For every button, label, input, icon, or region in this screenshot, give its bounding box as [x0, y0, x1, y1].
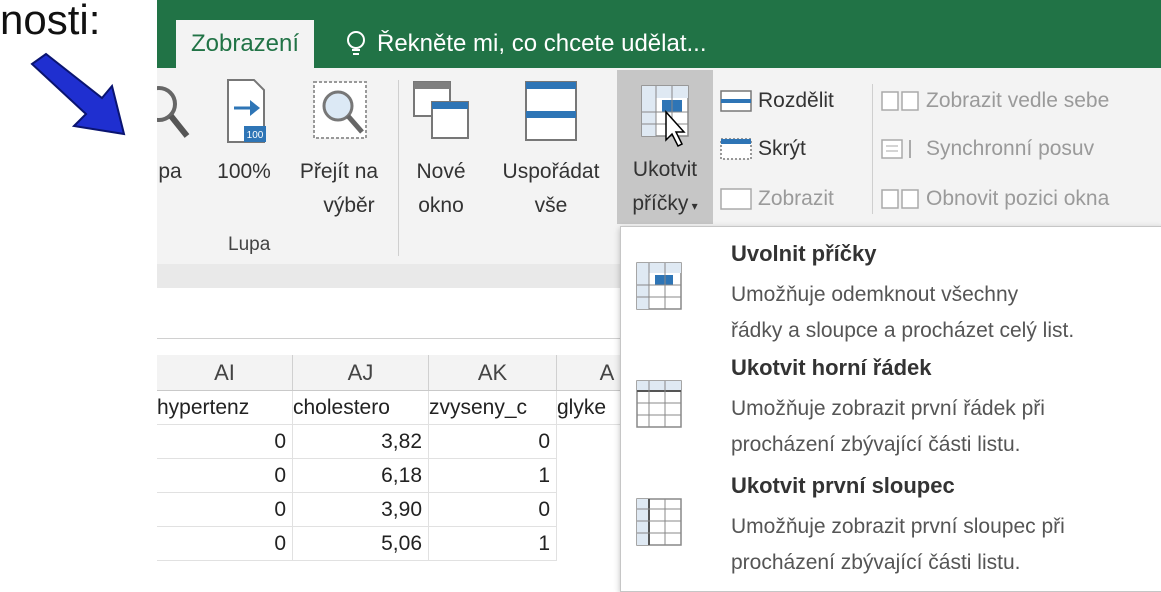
new-window-label-2: okno: [418, 194, 464, 217]
reset-position-icon: [881, 189, 919, 209]
group-separator: [398, 80, 399, 256]
group-separator-2: [872, 84, 873, 214]
cell[interactable]: 0: [157, 459, 293, 493]
menu-item-desc-2: řádky a sloupce a procházet celý list.: [731, 319, 1075, 342]
new-window-icon: [413, 81, 469, 139]
new-window-label-1: Nové: [416, 160, 466, 183]
document-100-icon: 100: [227, 79, 266, 143]
column-header[interactable]: AI: [157, 355, 293, 390]
menu-item-title: Ukotvit první sloupec: [731, 473, 955, 498]
arrange-all-button[interactable]: Uspořádat vše: [488, 78, 614, 218]
reset-window-position-button[interactable]: Obnovit pozici okna: [880, 184, 1109, 214]
unhide-button[interactable]: Zobrazit: [720, 184, 834, 214]
column-header[interactable]: AJ: [293, 355, 429, 390]
tell-me-box[interactable]: Řekněte mi, co chcete udělat...: [345, 20, 707, 68]
cell[interactable]: 0: [157, 493, 293, 527]
arrange-all-icon: [525, 81, 577, 141]
arrange-all-label-2: vše: [534, 194, 568, 217]
unhide-window-icon: [720, 188, 752, 210]
freeze-panes-button[interactable]: Ukotvit příčky ▾: [617, 70, 713, 224]
cell[interactable]: 0: [429, 425, 557, 459]
cell[interactable]: cholestero: [293, 391, 429, 425]
zoom-100-label: 100%: [217, 160, 271, 183]
cell[interactable]: 0: [157, 527, 293, 561]
icon-100-text: 100: [247, 130, 264, 141]
annotation-arrow-icon: [30, 52, 126, 136]
menu-item-desc-2: procházení zbývající části listu.: [731, 433, 1021, 456]
menu-item-desc-1: Umožňuje zobrazit první sloupec při: [731, 515, 1065, 538]
zoom-selection-label-2: výběr: [323, 194, 375, 217]
zoom-100-button[interactable]: 100 100%: [204, 78, 284, 208]
hide-button[interactable]: Skrýt: [720, 134, 806, 164]
cell[interactable]: hypertenz: [157, 391, 293, 425]
sync-scroll-icon: [881, 139, 911, 159]
freeze-panes-menu: Uvolnit příčky Umožňuje odemknout všechn…: [620, 226, 1161, 592]
menu-item-freeze-first-column[interactable]: Ukotvit první sloupec Umožňuje zobrazit …: [621, 469, 1161, 585]
freeze-panes-icon: [641, 85, 689, 148]
tell-me-text: Řekněte mi, co chcete udělat...: [377, 30, 707, 57]
group-label-lupa: Lupa: [228, 234, 271, 255]
menu-item-freeze-top-row[interactable]: Ukotvit horní řádek Umožňuje zobrazit pr…: [621, 351, 1161, 467]
new-window-button[interactable]: Nové okno: [406, 78, 476, 218]
cell[interactable]: 1: [429, 459, 557, 493]
freeze-top-row-icon: [636, 380, 682, 428]
side-by-side-label: Zobrazit vedle sebe: [926, 89, 1110, 112]
freeze-panes-label-1: Ukotvit: [632, 158, 698, 181]
cell[interactable]: 0: [429, 493, 557, 527]
freeze-first-column-icon: [636, 498, 682, 546]
menu-item-desc-2: procházení zbývající části listu.: [731, 551, 1021, 574]
arrange-all-label-1: Uspořádat: [502, 160, 600, 183]
split-label: Rozdělit: [758, 89, 834, 112]
sync-scroll-button[interactable]: Synchronní posuv: [880, 134, 1094, 164]
cell[interactable]: 3,90: [293, 493, 429, 527]
hide-window-icon: [720, 138, 752, 160]
split-icon: [720, 90, 752, 112]
split-button[interactable]: Rozdělit: [720, 86, 834, 116]
cell[interactable]: 6,18: [293, 459, 429, 493]
chevron-down-icon: ▾: [688, 199, 698, 213]
menu-item-desc-1: Umožňuje odemknout všechny: [731, 283, 1019, 306]
hide-label: Skrýt: [758, 137, 806, 160]
sync-scroll-label: Synchronní posuv: [926, 137, 1095, 160]
cell[interactable]: 5,06: [293, 527, 429, 561]
cell[interactable]: 3,82: [293, 425, 429, 459]
lightbulb-icon: [347, 31, 365, 55]
menu-item-desc-1: Umožňuje zobrazit první řádek při: [731, 397, 1045, 420]
annotation-text: nosti:: [0, 0, 101, 43]
column-header[interactable]: AK: [429, 355, 557, 390]
reset-position-label: Obnovit pozici okna: [926, 187, 1110, 210]
cell[interactable]: 0: [157, 425, 293, 459]
menu-item-title: Ukotvit horní řádek: [731, 355, 932, 380]
menu-item-title: Uvolnit příčky: [731, 241, 877, 266]
side-by-side-icon: [881, 91, 919, 111]
unhide-label: Zobrazit: [758, 187, 834, 210]
zoom-selection-icon: [313, 81, 367, 139]
cell[interactable]: 1: [429, 527, 557, 561]
view-side-by-side-button[interactable]: Zobrazit vedle sebe: [880, 86, 1109, 116]
tab-zobrazeni[interactable]: Zobrazení: [176, 20, 314, 68]
zoom-icon: [157, 86, 190, 138]
menu-item-unfreeze-panes[interactable]: Uvolnit příčky Umožňuje odemknout všechn…: [621, 231, 1161, 347]
zoom-selection-label-1: Přejít na: [299, 160, 379, 183]
unfreeze-panes-icon: [636, 262, 682, 310]
cell[interactable]: zvyseny_c: [429, 391, 557, 425]
zoom-button-label[interactable]: pa: [150, 160, 190, 184]
freeze-panes-label-2: příčky ▾: [632, 192, 698, 215]
zoom-to-selection-button[interactable]: Přejít na výběr: [288, 78, 390, 218]
